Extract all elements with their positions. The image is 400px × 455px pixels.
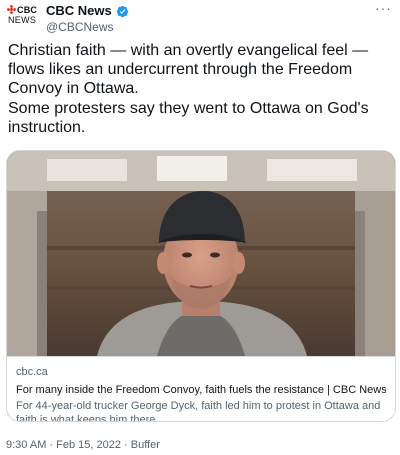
card-domain: cbc.ca: [16, 366, 48, 378]
link-preview-card[interactable]: cbc.ca For many inside the Freedom Convo…: [6, 150, 396, 422]
logo-news-text: NEWS: [8, 15, 37, 25]
tweet-paragraph-1: Christian faith — with an overtly evange…: [8, 42, 369, 98]
display-name-text: CBC News: [46, 3, 112, 18]
card-image[interactable]: [7, 151, 395, 356]
card-description: For 44-year-old trucker George Dyck, fai…: [16, 400, 381, 422]
more-options-icon[interactable]: ···: [375, 0, 392, 16]
cbc-gem-icon: [7, 5, 16, 14]
card-meta[interactable]: cbc.ca For many inside the Freedom Convo…: [7, 356, 395, 422]
display-name[interactable]: CBC News: [46, 3, 129, 19]
logo-cbc-text: CBC: [17, 5, 38, 15]
account-name-block[interactable]: CBC News @CBCNews: [46, 2, 129, 35]
portrait-photo: [7, 151, 395, 356]
tweet-header: CBC NEWS CBC News @CBCNews ···: [0, 0, 400, 36]
cbc-logo[interactable]: CBC NEWS: [7, 5, 38, 29]
tweet-timestamp[interactable]: 9:30 AM · Feb 15, 2022 · Buffer: [6, 438, 160, 452]
tweet-text: Christian faith — with an overtly evange…: [8, 41, 394, 137]
card-title[interactable]: For many inside the Freedom Convoy, fait…: [16, 383, 386, 397]
verified-badge-icon: [116, 5, 128, 17]
tweet-paragraph-2: Some protesters say they went to Ottawa …: [8, 99, 369, 136]
account-handle[interactable]: @CBCNews: [46, 20, 129, 35]
